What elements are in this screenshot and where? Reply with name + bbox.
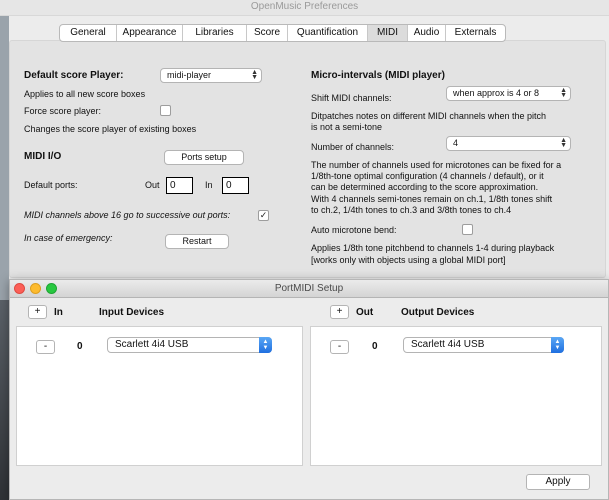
number-of-channels-value: 4 <box>453 138 459 148</box>
auto-microtone-bend-label: Auto microtone bend: <box>311 225 397 235</box>
output-device-select[interactable]: Scarlett 4i4 USB ▲ ▼ <box>403 337 564 353</box>
portmidi-title: PortMIDI Setup <box>10 280 608 298</box>
default-ports-label: Default ports: <box>24 180 78 190</box>
micro-intervals-heading: Micro-intervals (MIDI player) <box>311 70 445 81</box>
shift-midi-channels-label: Shift MIDI channels: <box>311 93 392 103</box>
select-arrows-icon: ▲ ▼ <box>560 137 567 149</box>
apply-button[interactable]: Apply <box>526 474 590 490</box>
output-device-value: Scarlett 4i4 USB <box>411 339 485 350</box>
auto-microtone-bend-checkbox[interactable] <box>462 224 473 235</box>
number-of-channels-select[interactable]: 4 ▲ ▼ <box>446 136 571 151</box>
tab-general[interactable]: General <box>60 25 117 41</box>
tab-libraries[interactable]: Libraries <box>183 25 247 41</box>
dispatch-note-line2: is not a semi-tone <box>311 122 383 132</box>
close-window-icon[interactable] <box>14 283 25 294</box>
channels-description-line2: 1/8th-tone optimal configuration (4 chan… <box>311 171 544 181</box>
output-direction-label: Out <box>356 307 374 318</box>
preferences-tab-bar: General Appearance Libraries Score Quant… <box>59 24 506 42</box>
score-player-value: midi-player <box>167 70 212 80</box>
restart-button[interactable]: Restart <box>165 234 229 249</box>
channels-description-line1: The number of channels used for microton… <box>311 160 562 170</box>
channels-above-16-checkbox[interactable]: ✓ <box>258 210 269 221</box>
desktop-background-lower <box>0 300 9 500</box>
input-device-select[interactable]: Scarlett 4i4 USB ▲ ▼ <box>107 337 272 353</box>
force-score-player-checkbox[interactable] <box>160 105 171 116</box>
out-port-field[interactable]: 0 <box>166 177 193 194</box>
dropdown-arrows-icon: ▲ ▼ <box>259 337 272 353</box>
changes-note: Changes the score player of existing box… <box>24 124 197 134</box>
in-port-field[interactable]: 0 <box>222 177 249 194</box>
input-devices-header: Input Devices <box>99 307 165 318</box>
tab-audio[interactable]: Audio <box>408 25 446 41</box>
zoom-window-icon[interactable] <box>46 283 57 294</box>
output-devices-list: - 0 Scarlett 4i4 USB ▲ ▼ <box>310 326 602 466</box>
channel-shift-note-line1: With 4 channels semi-tones remain on ch.… <box>311 194 553 204</box>
select-arrows-icon: ▲ ▼ <box>251 69 258 81</box>
remove-output-button[interactable]: - <box>330 340 349 354</box>
output-port-number: 0 <box>372 341 378 352</box>
input-direction-label: In <box>54 307 63 318</box>
portmidi-setup-window: PortMIDI Setup + In Input Devices - 0 Sc… <box>9 279 609 500</box>
pitchbend-note-line2: [works only with objects using a global … <box>311 255 506 265</box>
channels-description-line3: can be determined according to the score… <box>311 182 539 192</box>
window-title: OpenMusic Preferences <box>0 0 609 16</box>
add-input-button[interactable]: + <box>28 305 47 319</box>
output-devices-header: Output Devices <box>401 307 475 318</box>
select-arrows-icon: ▲ ▼ <box>560 87 567 99</box>
channel-shift-note-line2: to ch.2, 1/4th tones to ch.3 and 3/8th t… <box>311 205 512 215</box>
tab-midi[interactable]: MIDI <box>368 25 408 41</box>
input-devices-list: - 0 Scarlett 4i4 USB ▲ ▼ <box>16 326 303 466</box>
input-port-number: 0 <box>77 341 83 352</box>
input-device-value: Scarlett 4i4 USB <box>115 339 189 350</box>
tab-score[interactable]: Score <box>247 25 288 41</box>
checkmark-icon: ✓ <box>259 210 268 220</box>
ports-setup-button[interactable]: Ports setup <box>164 150 244 165</box>
minimize-window-icon[interactable] <box>30 283 41 294</box>
channels-above-16-label: MIDI channels above 16 go to successive … <box>24 210 231 220</box>
emergency-label: In case of emergency: <box>24 233 113 243</box>
shift-midi-channels-select[interactable]: when approx is 4 or 8 ▲ ▼ <box>446 86 571 101</box>
default-score-player-heading: Default score Player: <box>24 70 124 81</box>
score-player-select[interactable]: midi-player ▲ ▼ <box>160 68 262 83</box>
in-port-label: In <box>205 180 213 190</box>
tab-appearance[interactable]: Appearance <box>117 25 183 41</box>
number-of-channels-label: Number of channels: <box>311 142 395 152</box>
tab-externals[interactable]: Externals <box>446 25 505 41</box>
remove-input-button[interactable]: - <box>36 340 55 354</box>
pitchbend-note-line1: Applies 1/8th tone pitchbend to channels… <box>311 243 555 253</box>
tab-quantification[interactable]: Quantification <box>288 25 368 41</box>
dropdown-arrows-icon: ▲ ▼ <box>551 337 564 353</box>
out-port-label: Out <box>145 180 160 190</box>
add-output-button[interactable]: + <box>330 305 349 319</box>
force-score-player-label: Force score player: <box>24 106 102 116</box>
shift-midi-channels-value: when approx is 4 or 8 <box>453 88 540 98</box>
midi-io-heading: MIDI I/O <box>24 151 62 162</box>
dispatch-note-line1: Ditpatches notes on different MIDI chann… <box>311 111 546 121</box>
applies-note: Applies to all new score boxes <box>24 89 146 99</box>
